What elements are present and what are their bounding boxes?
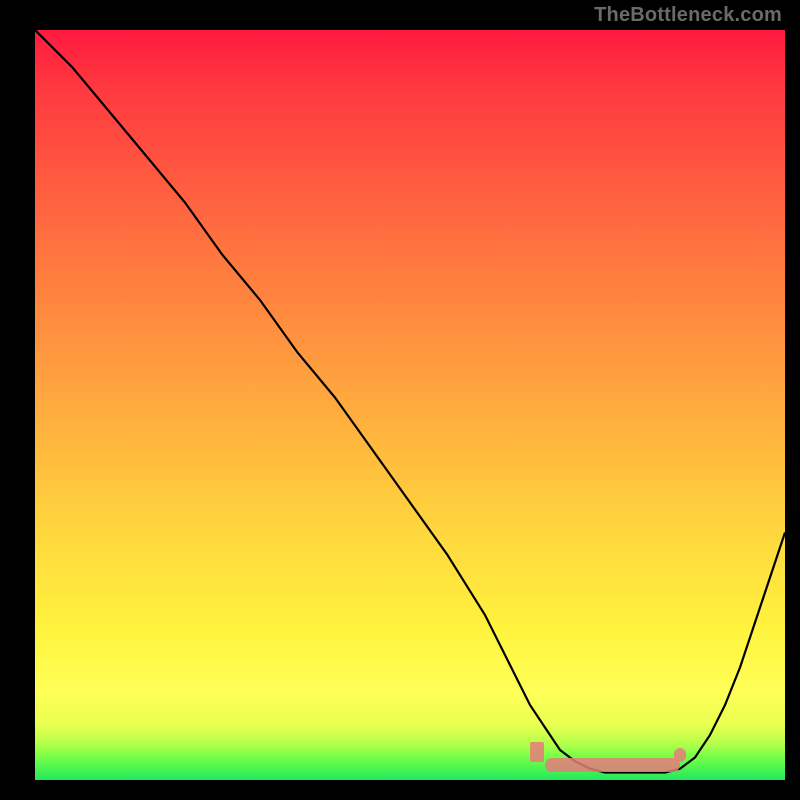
chart-trough-band xyxy=(545,758,680,772)
bottleneck-curve-path xyxy=(35,30,785,773)
chart-trough-left-marker xyxy=(530,742,544,762)
chart-curve xyxy=(35,30,785,780)
chart-plot-area xyxy=(35,30,785,780)
watermark-text: TheBottleneck.com xyxy=(594,4,782,27)
chart-trough-right-marker xyxy=(674,748,686,762)
